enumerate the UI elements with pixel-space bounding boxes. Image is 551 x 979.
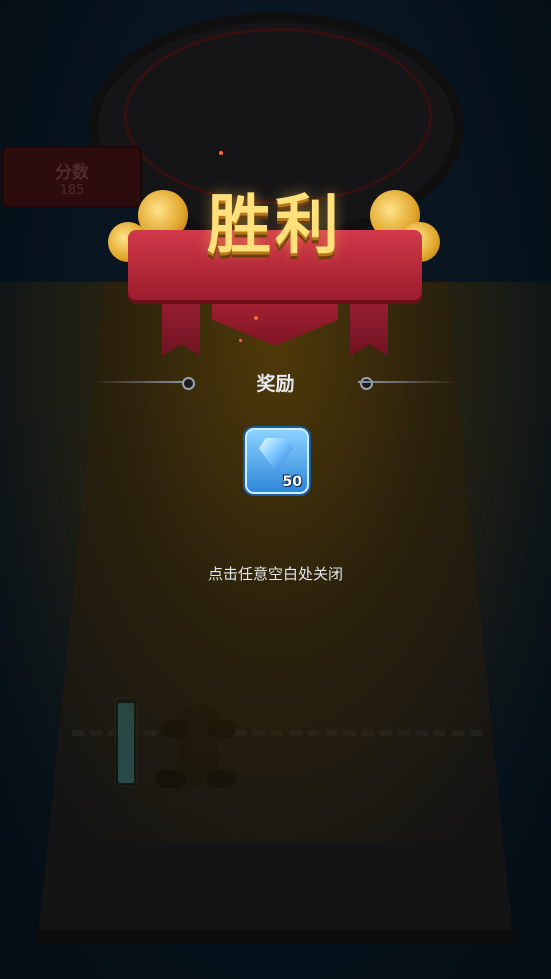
- spark-particle: [219, 151, 223, 155]
- diamond-icon: [259, 438, 293, 472]
- reward-title: 奖励: [256, 373, 295, 395]
- close-hint: 点击任意空白处关闭: [207, 565, 343, 583]
- reward-quantity: 50: [282, 474, 302, 490]
- reward-divider-right: [358, 381, 458, 383]
- spark-particle: [239, 339, 242, 342]
- reward-divider-right-knob: [360, 377, 373, 390]
- reward-item-diamond[interactable]: 50: [245, 428, 309, 494]
- spark-particle: [254, 316, 258, 320]
- victory-title: 胜利: [207, 189, 343, 263]
- victory-banner: 胜利: [100, 160, 450, 360]
